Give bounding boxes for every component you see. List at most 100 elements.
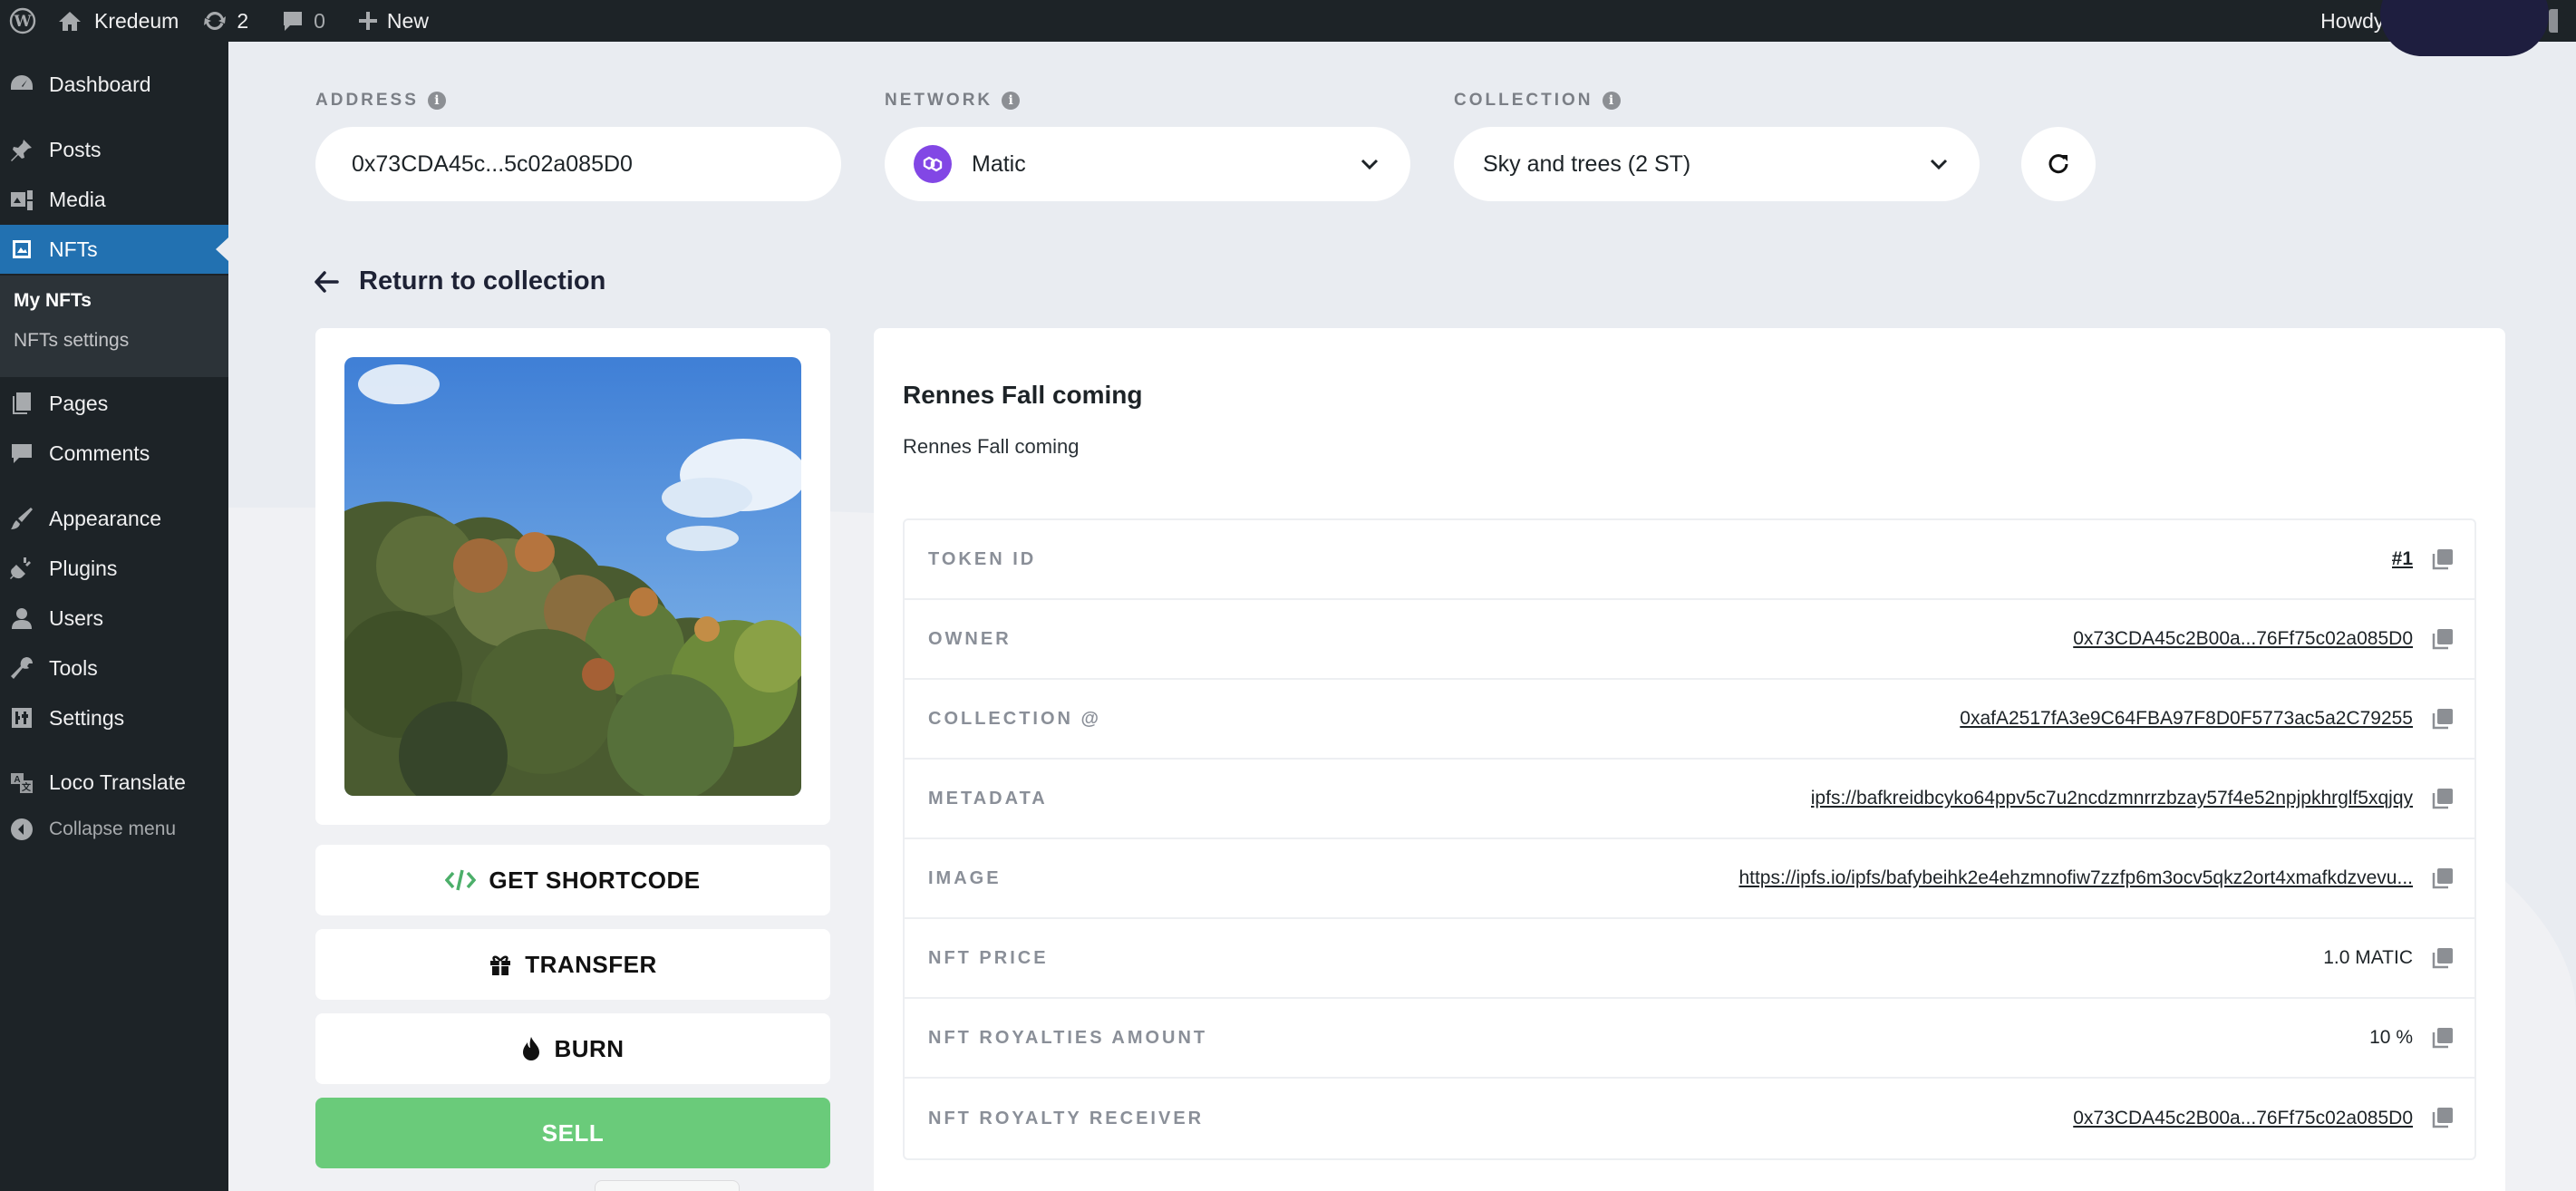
sidebar-item-settings[interactable]: Settings (0, 693, 228, 742)
new-label: New (386, 8, 429, 33)
sidebar-item-label: Media (49, 187, 106, 211)
copy-icon[interactable] (2431, 707, 2455, 731)
royalty-receiver-link[interactable]: 0x73CDA45c2B00a...76Ff75c02a085D0 (2073, 1108, 2413, 1129)
sidebar-item-posts[interactable]: Posts (0, 125, 228, 174)
collection-address-link[interactable]: 0xafA2517fA3e9C64FBA97F8D0F5773ac5a2C792… (1960, 708, 2413, 730)
address-value: 0x73CDA45c...5c02a085D0 (352, 150, 633, 177)
burn-button[interactable]: BURN (315, 1013, 830, 1084)
address-input[interactable]: 0x73CDA45c...5c02a085D0 (315, 127, 841, 201)
image-link[interactable]: https://ipfs.io/ipfs/bafybeihk2e4ehzmnof… (1738, 867, 2413, 889)
sidebar-item-dashboard[interactable]: Dashboard (0, 60, 228, 109)
info-icon[interactable]: i (1602, 92, 1621, 110)
collection-select[interactable]: Sky and trees (2 ST) (1454, 127, 1980, 201)
chevron-down-icon (1930, 159, 1948, 170)
address-label: ADDRESS i (315, 91, 446, 111)
metadata-link[interactable]: ipfs://bafkreidbcyko64ppv5c7u2ncdzmnrrzb… (1811, 788, 2413, 809)
sliders-icon (12, 708, 32, 728)
copy-icon[interactable] (2431, 1106, 2455, 1129)
home-icon (59, 12, 81, 31)
property-key: IMAGE (928, 867, 1002, 888)
token-id-link[interactable]: #1 (2392, 548, 2413, 570)
nft-properties-table: TOKEN ID #1 OWNER 0x73CDA45c2B00a...76Ff… (903, 518, 2476, 1160)
property-row-royalty-receiver: NFT ROYALTY RECEIVER 0x73CDA45c2B00a...7… (905, 1079, 2474, 1158)
sidebar-item-label: Tools (49, 655, 98, 680)
copy-icon[interactable] (2431, 627, 2455, 651)
sidebar-item-label: Comments (49, 441, 150, 465)
refresh-updates-icon (204, 12, 227, 30)
plug-icon (10, 557, 31, 579)
property-row-collection: COLLECTION @ 0xafA2517fA3e9C64FBA97F8D0F… (905, 680, 2474, 760)
copy-icon[interactable] (2431, 787, 2455, 810)
info-icon[interactable]: i (427, 92, 446, 110)
burn-label: BURN (554, 1034, 625, 1062)
sell-label: SELL (541, 1118, 605, 1147)
network-value: Matic (972, 150, 1026, 177)
network-select[interactable]: Matic (885, 127, 1410, 201)
property-key: NFT PRICE (928, 947, 1049, 968)
refresh-button[interactable] (2021, 127, 2096, 201)
sidebar-item-users[interactable]: Users (0, 594, 228, 643)
updates-count: 2 (237, 8, 249, 33)
property-key: OWNER (928, 628, 1012, 649)
sidebar-item-nfts[interactable]: NFTs (0, 225, 228, 274)
get-shortcode-button[interactable]: GET SHORTCODE (315, 845, 830, 915)
sidebar-item-media[interactable]: Media (0, 175, 228, 224)
brush-icon (11, 508, 33, 529)
site-name-link[interactable]: Kredeum (53, 0, 189, 42)
return-to-collection-link[interactable]: Return to collection (314, 266, 605, 296)
copy-icon[interactable] (2431, 946, 2455, 970)
submenu-my-nfts[interactable]: My NFTs (14, 290, 92, 312)
sell-button[interactable]: SELL (315, 1098, 830, 1168)
sidebar-item-label: Dashboard (49, 72, 151, 96)
sidebar-item-tools[interactable]: Tools (0, 644, 228, 692)
scroll-handle[interactable] (595, 1180, 740, 1191)
property-key: NFT ROYALTY RECEIVER (928, 1108, 1205, 1128)
matic-network-icon (914, 145, 952, 183)
wordpress-logo-icon[interactable]: W (0, 0, 53, 42)
property-row-metadata: METADATA ipfs://bafkreidbcyko64ppv5c7u2n… (905, 760, 2474, 839)
info-icon[interactable]: i (1002, 92, 1021, 110)
nft-title: Rennes Fall coming (903, 381, 1143, 409)
sidebar-item-label: Settings (49, 705, 125, 730)
media-icon (11, 190, 33, 210)
gallery-icon (13, 240, 31, 258)
property-row-price: NFT PRICE 1.0 MATIC (905, 919, 2474, 999)
property-row-owner: OWNER 0x73CDA45c2B00a...76Ff75c02a085D0 (905, 600, 2474, 680)
copy-icon[interactable] (2431, 867, 2455, 890)
submenu-nfts-settings[interactable]: NFTs settings (14, 330, 129, 352)
owner-link[interactable]: 0x73CDA45c2B00a...76Ff75c02a085D0 (2073, 628, 2413, 650)
svg-text:文: 文 (22, 781, 32, 793)
transfer-button[interactable]: TRANSFER (315, 929, 830, 1000)
property-key: TOKEN ID (928, 548, 1037, 569)
updates-link[interactable]: 2 (189, 0, 259, 42)
collection-label: COLLECTION i (1454, 91, 1621, 111)
nft-image-card (315, 328, 830, 825)
sidebar-item-label: Users (49, 605, 104, 630)
new-content-link[interactable]: New (336, 0, 440, 42)
plus-icon (358, 12, 377, 30)
comment-bubble-icon (284, 12, 303, 31)
copy-icon[interactable] (2431, 547, 2455, 571)
sidebar-item-pages[interactable]: Pages (0, 379, 228, 428)
collapse-menu-button[interactable]: Collapse menu (0, 805, 228, 854)
copy-icon[interactable] (2431, 1026, 2455, 1050)
nft-image[interactable] (344, 357, 801, 796)
sidebar-item-plugins[interactable]: Plugins (0, 544, 228, 593)
sidebar-item-appearance[interactable]: Appearance (0, 494, 228, 543)
site-name: Kredeum (94, 8, 179, 33)
sidebar-item-label: Plugins (49, 556, 118, 580)
admin-sidebar: Dashboard Posts Media NFTs My NFTs NFTs … (0, 42, 228, 1191)
sidebar-item-comments[interactable]: Comments (0, 429, 228, 478)
nft-description: Rennes Fall coming (903, 435, 1080, 458)
collapse-arrow-icon (11, 818, 33, 840)
refresh-icon (2048, 154, 2068, 174)
comments-link[interactable]: 0 (259, 0, 336, 42)
sidebar-item-label: Loco Translate (49, 770, 186, 794)
collapse-label: Collapse menu (49, 818, 177, 839)
property-key: METADATA (928, 788, 1048, 809)
sidebar-item-loco-translate[interactable]: A文 Loco Translate (0, 758, 228, 807)
top-action-button[interactable] (2380, 0, 2549, 56)
svg-text:A: A (14, 775, 20, 785)
pin-icon (11, 140, 32, 161)
royalties-amount-value: 10 % (2369, 1027, 2413, 1048)
